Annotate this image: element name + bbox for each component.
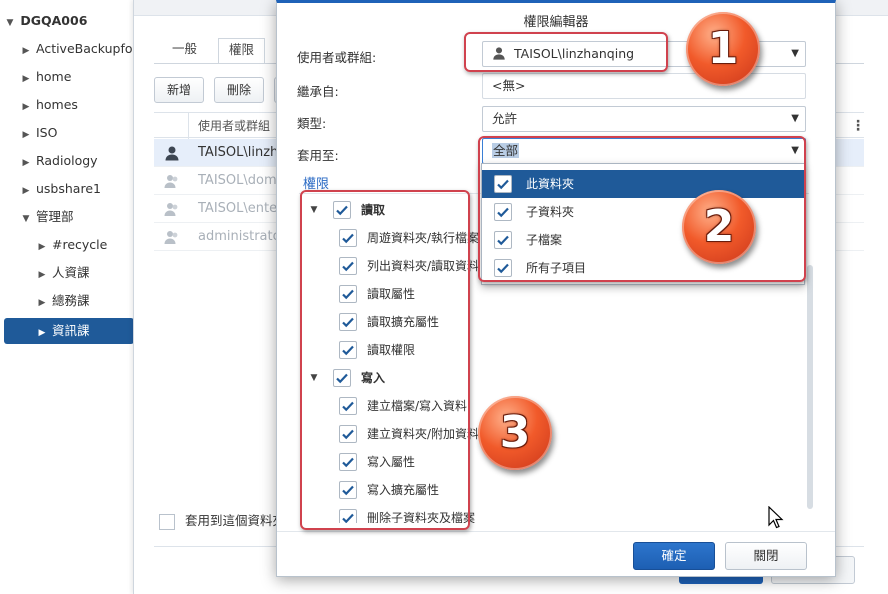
more-options-icon[interactable]: ⋮ (851, 118, 865, 134)
type-value: 允許 (492, 111, 518, 126)
tree-item-label: usbshare1 (35, 181, 101, 196)
tree-item[interactable]: ▶ home (20, 66, 72, 90)
tree-item[interactable]: ▶ Radiology (20, 150, 98, 172)
tree-item-label: #recycle (51, 237, 108, 252)
tree-item[interactable]: ▶ 總務課 (36, 290, 90, 312)
add-button[interactable]: 新增 (154, 77, 205, 103)
tree-item[interactable]: ▶ usbshare1 (20, 178, 101, 200)
tree-item[interactable]: ▶ ISO (20, 122, 58, 146)
chevron-down-icon[interactable]: ▼ (4, 12, 16, 34)
apply-to-label: 套用至: (297, 148, 339, 163)
tree-item-label: 管理部 (35, 209, 74, 224)
tree-item-label: ActiveBackupfor (35, 41, 138, 56)
tree-root-label: DGQA006 (20, 13, 88, 28)
dialog-footer-divider (277, 531, 835, 532)
user-label: 使用者或群組: (297, 50, 377, 65)
type-select[interactable]: 允許 ▼ (482, 106, 806, 132)
tree-item-label: 人資課 (51, 265, 90, 280)
tree-item[interactable]: ▶ 人資課 (36, 262, 90, 284)
tree-item-label: Radiology (35, 153, 98, 168)
column-header-user[interactable]: 使用者或群組 (198, 117, 270, 134)
user-icon (165, 146, 179, 161)
user-name: TAISOL\enter (198, 201, 283, 216)
chevron-right-icon[interactable]: ▶ (36, 320, 48, 346)
annotation-badge-3: 3 (478, 396, 552, 470)
inherit-value: <無> (492, 78, 526, 93)
chevron-right-icon[interactable]: ▶ (36, 236, 48, 258)
column-divider (188, 113, 189, 139)
chevron-right-icon[interactable]: ▶ (20, 40, 32, 62)
user-name: administrator (198, 229, 286, 244)
tab-permissions[interactable]: 權限 (218, 38, 266, 64)
type-label: 類型: (297, 116, 327, 131)
tab-general[interactable]: 一般 (162, 38, 207, 64)
tree-item[interactable]: ▶ homes (20, 94, 78, 116)
inherit-label: 繼承自: (297, 84, 339, 99)
chevron-down-icon[interactable]: ▼ (20, 208, 32, 230)
tree-item-label: homes (35, 97, 78, 112)
chevron-right-icon[interactable]: ▶ (20, 180, 32, 202)
dropdown-caret-icon[interactable]: ▼ (791, 42, 799, 66)
inherit-field: <無> (482, 73, 806, 99)
mouse-cursor-icon (768, 506, 784, 529)
annotation-badge-1: 1 (686, 12, 760, 86)
tree-item[interactable]: ▶ ActiveBackupfor (20, 38, 138, 60)
tree-item-label: home (35, 69, 72, 84)
tree-item[interactable]: ▼ 管理部 (20, 206, 74, 228)
chevron-right-icon[interactable]: ▶ (20, 96, 32, 118)
annotation-box-1 (464, 32, 668, 72)
apply-to-folder-option[interactable]: 套用到這個資料夾 (159, 510, 285, 530)
tree-item-label: 資訊課 (51, 323, 90, 338)
user-name: TAISOL\linzha (198, 145, 287, 160)
annotation-badge-2: 2 (682, 190, 756, 264)
dropdown-caret-icon[interactable]: ▼ (791, 107, 799, 131)
apply-to-folder-label: 套用到這個資料夾 (185, 513, 286, 528)
group-icon (164, 175, 178, 188)
close-button[interactable]: 關閉 (725, 542, 807, 570)
tree-item-label: ISO (35, 125, 58, 140)
user-name: TAISOL\doma (198, 173, 285, 188)
chevron-right-icon[interactable]: ▶ (20, 124, 32, 146)
tree-item[interactable]: ▶ #recycle (36, 234, 108, 258)
tree-root[interactable]: ▼ DGQA006 (4, 10, 88, 34)
tree-item-selected[interactable]: ▶ 資訊課 (4, 318, 134, 344)
tree-item-label: 總務課 (51, 293, 90, 308)
folder-tree: ▼ DGQA006 ▶ ActiveBackupfor ▶ home ▶ hom… (0, 0, 138, 594)
annotation-box-2 (478, 136, 806, 282)
ok-button[interactable]: 確定 (633, 542, 715, 570)
chevron-right-icon[interactable]: ▶ (36, 264, 48, 286)
delete-button[interactable]: 刪除 (214, 77, 265, 103)
annotation-box-3 (300, 190, 470, 530)
chevron-right-icon[interactable]: ▶ (20, 152, 32, 174)
group-icon (164, 203, 178, 216)
chevron-right-icon[interactable]: ▶ (36, 292, 48, 314)
chevron-right-icon[interactable]: ▶ (20, 68, 32, 90)
apply-to-folder-checkbox[interactable] (159, 513, 175, 530)
group-icon (164, 231, 178, 244)
scrollbar[interactable] (807, 265, 813, 509)
